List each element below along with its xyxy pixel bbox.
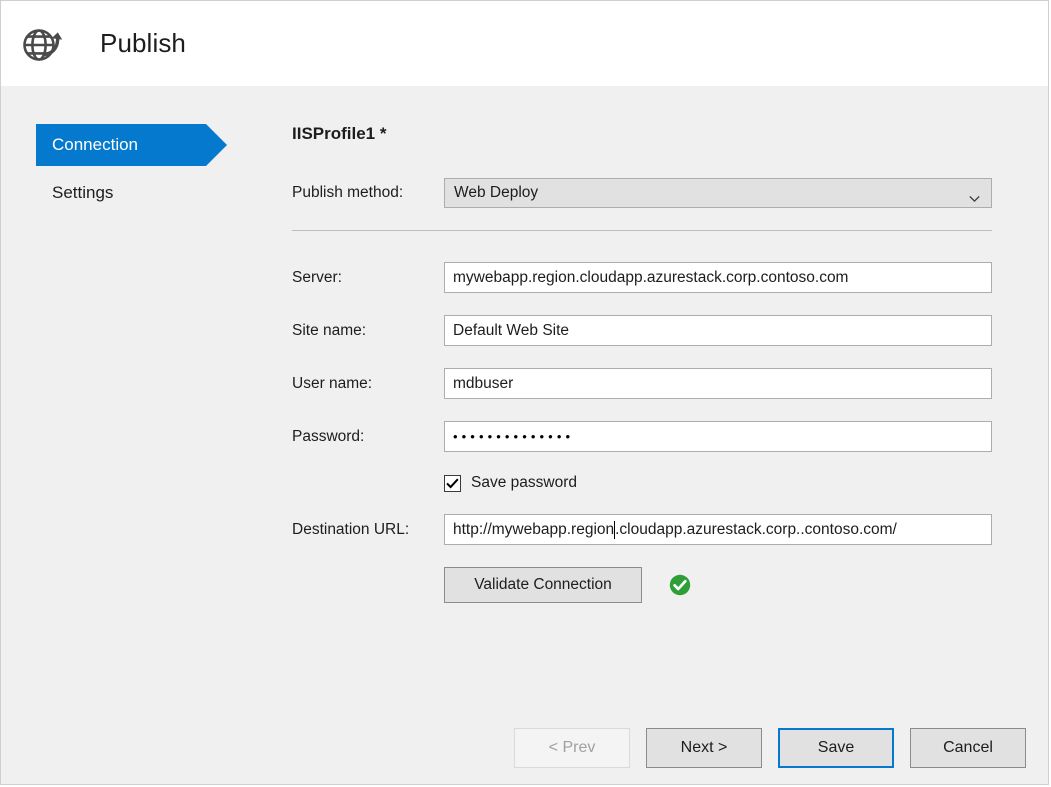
destination-url-value-before-caret: http://mywebapp.region (453, 521, 614, 539)
checkmark-icon (446, 478, 459, 489)
globe-publish-icon (15, 17, 69, 71)
sidebar-item-connection[interactable]: Connection (36, 124, 206, 166)
page-title: Publish (100, 28, 186, 59)
password-row: Password: •••••••••••••• (292, 421, 992, 452)
server-label: Server: (292, 269, 444, 287)
validate-connection-row: Validate Connection (292, 567, 992, 603)
form-separator (292, 230, 992, 231)
save-button[interactable]: Save (778, 728, 894, 768)
destination-url-row: Destination URL: http://mywebapp.region … (292, 514, 992, 545)
success-check-icon (669, 574, 691, 596)
profile-name-heading: IISProfile1 * (292, 124, 992, 144)
cancel-button[interactable]: Cancel (910, 728, 1026, 768)
site-name-input[interactable]: Default Web Site (444, 315, 992, 346)
save-password-row: Save password (292, 474, 992, 492)
chevron-down-icon (969, 190, 980, 197)
publish-method-row: Publish method: Web Deploy (292, 178, 992, 208)
site-name-value: Default Web Site (453, 322, 569, 340)
server-input[interactable]: mywebapp.region.cloudapp.azurestack.corp… (444, 262, 992, 293)
connection-form-panel: IISProfile1 * Publish method: Web Deploy… (292, 124, 992, 603)
site-name-label: Site name: (292, 322, 444, 340)
prev-button[interactable]: < Prev (514, 728, 630, 768)
server-row: Server: mywebapp.region.cloudapp.azurest… (292, 262, 992, 293)
save-password-checkbox-group[interactable]: Save password (444, 474, 577, 492)
site-name-row: Site name: Default Web Site (292, 315, 992, 346)
sidebar-item-connection-label: Connection (52, 135, 138, 155)
sidebar-item-settings[interactable]: Settings (36, 172, 206, 214)
save-password-checkbox[interactable] (444, 475, 461, 492)
password-input[interactable]: •••••••••••••• (444, 421, 992, 452)
save-password-label: Save password (471, 474, 577, 492)
destination-url-value-after-caret: .cloudapp.azurestack.corp..contoso.com/ (615, 521, 897, 539)
next-button[interactable]: Next > (646, 728, 762, 768)
user-name-row: User name: mdbuser (292, 368, 992, 399)
sidebar-item-settings-label: Settings (52, 183, 113, 203)
publish-method-label: Publish method: (292, 184, 444, 202)
user-name-input[interactable]: mdbuser (444, 368, 992, 399)
password-label: Password: (292, 428, 444, 446)
server-value: mywebapp.region.cloudapp.azurestack.corp… (453, 269, 848, 287)
publish-method-value: Web Deploy (454, 184, 538, 202)
destination-url-label: Destination URL: (292, 521, 444, 539)
user-name-value: mdbuser (453, 375, 513, 393)
user-name-label: User name: (292, 375, 444, 393)
destination-url-input[interactable]: http://mywebapp.region .cloudapp.azurest… (444, 514, 992, 545)
password-value-masked: •••••••••••••• (453, 430, 574, 443)
publish-dialog-window: Publish Connection Settings IISProfile1 … (0, 0, 1049, 785)
publish-method-select[interactable]: Web Deploy (444, 178, 992, 208)
dialog-body: Connection Settings IISProfile1 * Publis… (1, 86, 1048, 785)
dialog-footer: < Prev Next > Save Cancel (514, 728, 1026, 768)
sidebar-nav: Connection Settings (36, 124, 246, 214)
dialog-titlebar: Publish (1, 1, 1048, 86)
validate-connection-button[interactable]: Validate Connection (444, 567, 642, 603)
